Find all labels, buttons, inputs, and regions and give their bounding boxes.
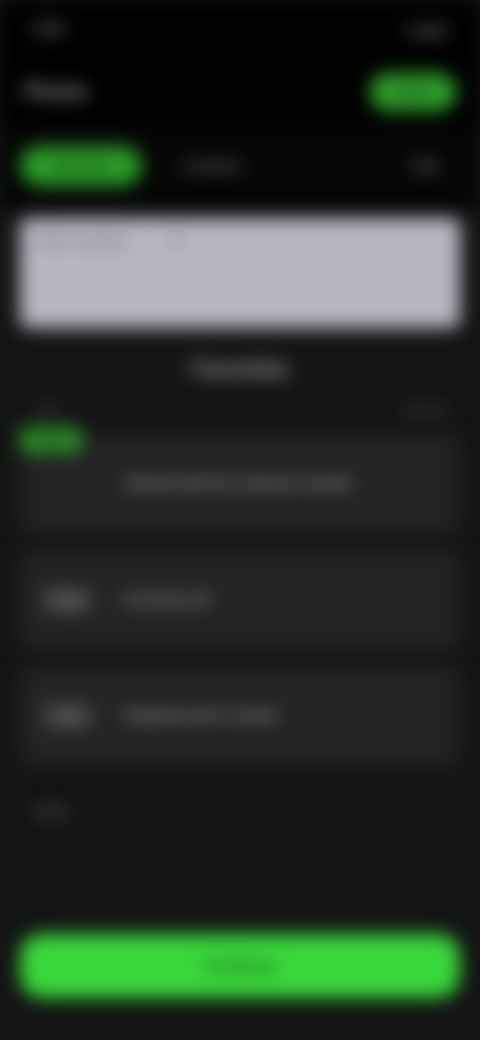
row-badge: New xyxy=(20,427,82,453)
page-title: Phone xyxy=(24,79,88,104)
status-time: 9:41 xyxy=(34,21,66,38)
top-bar: Phone Done xyxy=(0,60,480,124)
info-banner[interactable]: Add contacts ▼ xyxy=(20,218,460,328)
row-text: Outgoing call to contact xyxy=(122,707,279,724)
tab-edit[interactable]: Edit xyxy=(390,146,460,186)
bottom-safe-area xyxy=(0,998,480,1040)
section-title: Favorites xyxy=(190,356,290,383)
see-all-link[interactable]: See all xyxy=(404,402,444,417)
status-icons: ● ▮ ▮ xyxy=(404,21,446,38)
row-badge: Today xyxy=(40,586,94,614)
list-item[interactable]: New Missed call from unknown number xyxy=(20,427,460,533)
list-item[interactable]: Today Outgoing call to contact xyxy=(20,667,460,765)
list-item[interactable]: Today Incoming call xyxy=(20,551,460,649)
cta-wrap: Continue xyxy=(0,934,480,998)
tab-contacts[interactable]: Contacts xyxy=(160,146,263,186)
tab-bar: Recents Contacts Edit xyxy=(0,124,480,208)
continue-button[interactable]: Continue xyxy=(20,934,460,998)
row-badge: Today xyxy=(40,702,94,730)
row-text: Missed call from unknown number xyxy=(126,475,354,492)
done-button[interactable]: Done xyxy=(370,73,456,111)
list-header-left: Top xyxy=(36,402,57,417)
list-header: Top See all xyxy=(0,402,480,417)
tab-spacer xyxy=(281,146,372,186)
more-label: More xyxy=(36,803,68,819)
banner-chevron-icon: ▼ xyxy=(168,234,185,251)
tab-recents[interactable]: Recents xyxy=(20,146,142,186)
banner-title: Add contacts xyxy=(36,234,129,251)
row-text: Incoming call xyxy=(122,591,210,608)
status-bar: 9:41 ● ▮ ▮ xyxy=(0,0,480,60)
